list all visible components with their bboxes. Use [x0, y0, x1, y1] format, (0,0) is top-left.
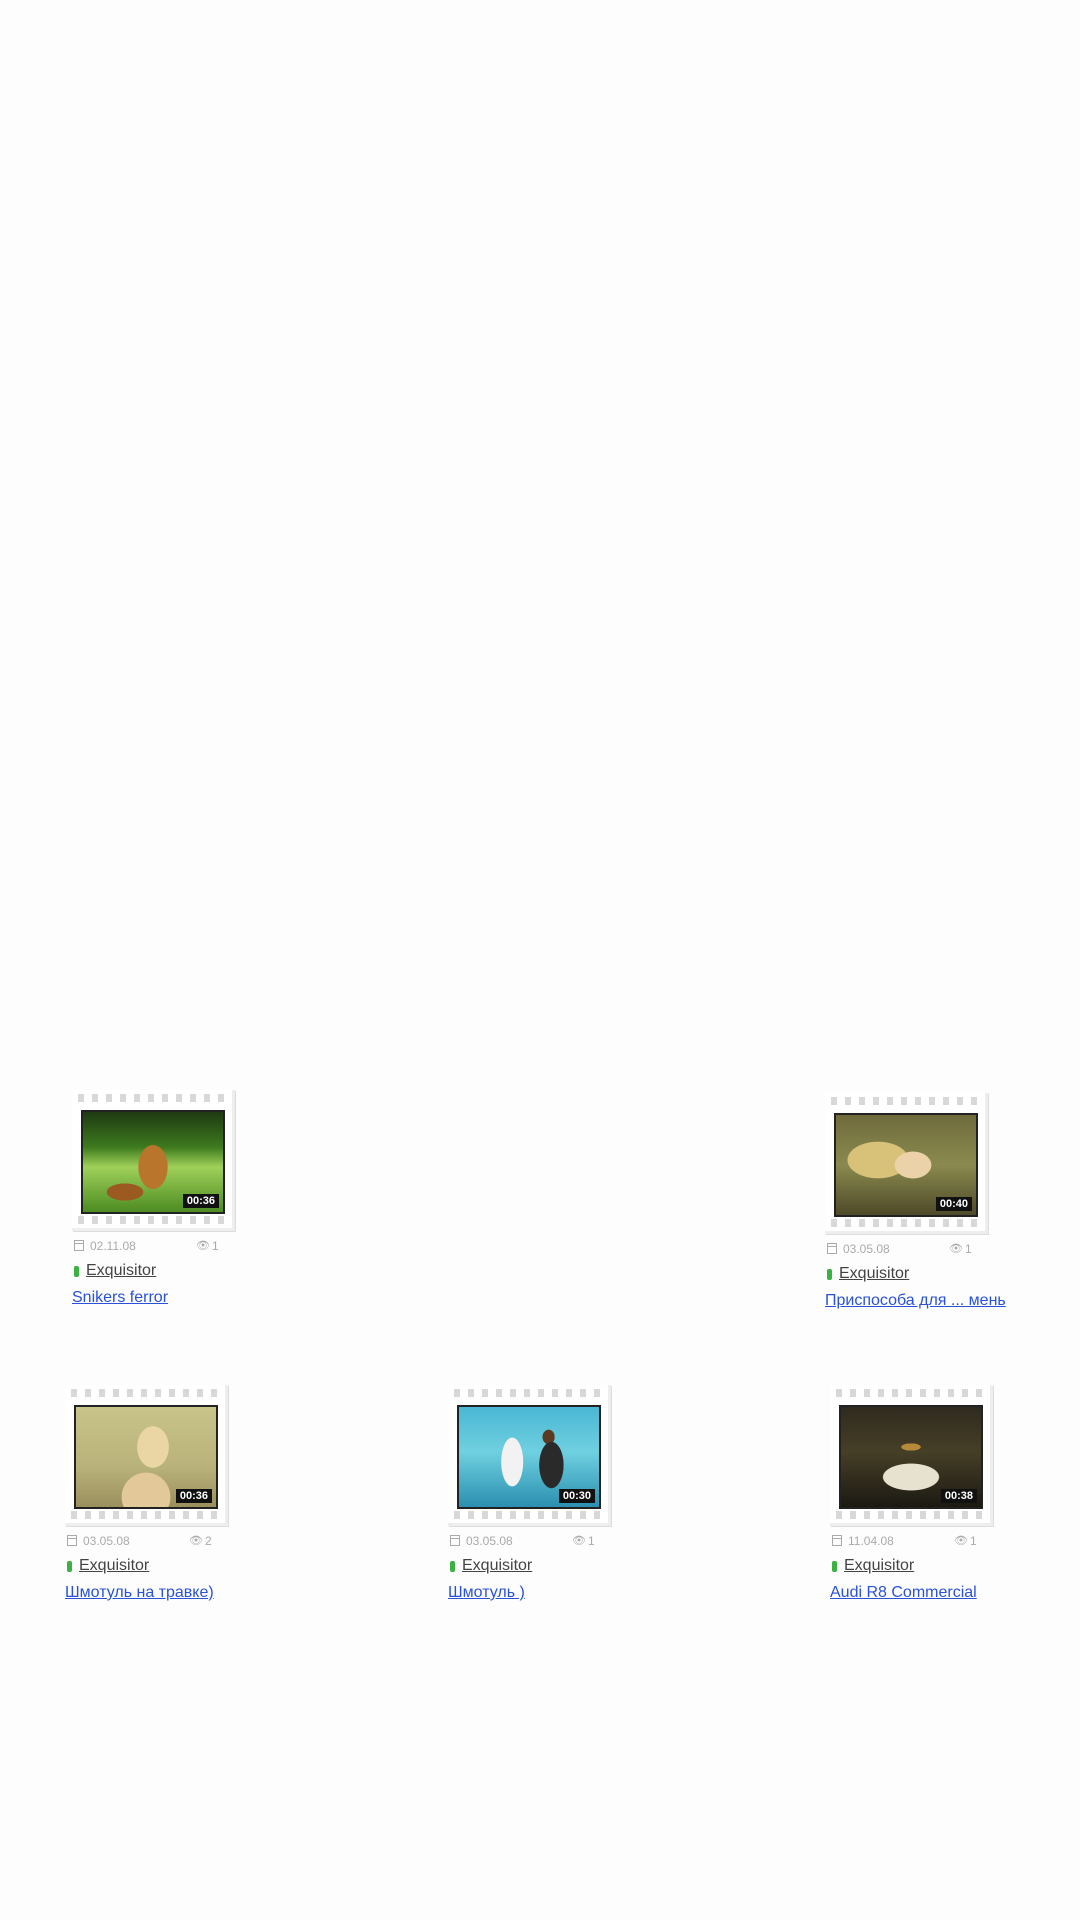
- film-perforation: [71, 1511, 219, 1519]
- video-meta: 03.05.08 👁 1: [448, 1532, 608, 1552]
- video-title-link[interactable]: Приспособа для ... мень: [825, 1292, 1065, 1310]
- video-thumbnail[interactable]: 00:36: [65, 1385, 228, 1526]
- film-perforation: [454, 1511, 602, 1519]
- calendar-icon: [67, 1535, 77, 1546]
- upload-date: 11.04.08: [848, 1534, 894, 1548]
- video-duration: 00:36: [175, 1489, 212, 1503]
- upload-date: 03.05.08: [843, 1242, 890, 1256]
- user-icon: [67, 1561, 72, 1572]
- view-count: 1: [965, 1242, 972, 1256]
- author-row: Exquisitor: [830, 1556, 1070, 1578]
- thumbnail-image: 00:40: [834, 1113, 978, 1217]
- user-icon: [74, 1266, 79, 1277]
- view-count: 1: [588, 1534, 595, 1548]
- author-link[interactable]: Exquisitor: [86, 1262, 156, 1280]
- film-perforation: [831, 1097, 979, 1105]
- video-card: 00:40 03.05.08 👁 1 Exquisitor Приспособа…: [825, 1093, 1065, 1310]
- author-link[interactable]: Exquisitor: [844, 1557, 914, 1575]
- video-card: 00:30 03.05.08 👁 1 Exquisitor Шмотуль ): [448, 1385, 688, 1602]
- author-row: Exquisitor: [448, 1556, 688, 1578]
- eye-icon: 👁: [954, 1535, 968, 1547]
- author-link[interactable]: Exquisitor: [839, 1265, 909, 1283]
- thumbnail-image: 00:38: [839, 1405, 983, 1509]
- video-meta: 03.05.08 👁 1: [825, 1240, 985, 1260]
- film-perforation: [836, 1511, 984, 1519]
- calendar-icon: [827, 1243, 837, 1254]
- thumbnail-image: 00:30: [457, 1405, 601, 1509]
- film-perforation: [71, 1389, 219, 1397]
- video-title-link[interactable]: Шмотуль на травке): [65, 1584, 305, 1602]
- film-perforation: [831, 1219, 979, 1227]
- view-count: 2: [205, 1534, 212, 1548]
- upload-date: 03.05.08: [83, 1534, 130, 1548]
- video-title-link[interactable]: Snikers ferror: [72, 1289, 312, 1307]
- video-card: 00:36 03.05.08 👁 2 Exquisitor Шмотуль на…: [65, 1385, 305, 1602]
- eye-icon: 👁: [572, 1535, 586, 1547]
- calendar-icon: [450, 1535, 460, 1546]
- author-row: Exquisitor: [72, 1261, 312, 1283]
- film-perforation: [78, 1216, 226, 1224]
- thumbnail-image: 00:36: [81, 1110, 225, 1214]
- video-meta: 02.11.08 👁 1: [72, 1237, 232, 1257]
- author-link[interactable]: Exquisitor: [462, 1557, 532, 1575]
- view-count: 1: [212, 1239, 219, 1253]
- eye-icon: 👁: [196, 1240, 210, 1252]
- film-perforation: [454, 1389, 602, 1397]
- video-title-link[interactable]: Audi R8 Commercial: [830, 1584, 1070, 1602]
- video-thumbnail[interactable]: 00:38: [830, 1385, 993, 1526]
- video-duration: 00:30: [558, 1489, 595, 1503]
- view-count: 1: [970, 1534, 977, 1548]
- user-icon: [827, 1269, 832, 1280]
- video-thumbnail[interactable]: 00:36: [72, 1090, 235, 1231]
- author-link[interactable]: Exquisitor: [79, 1557, 149, 1575]
- video-duration: 00:36: [182, 1194, 219, 1208]
- video-meta: 03.05.08 👁 2: [65, 1532, 225, 1552]
- calendar-icon: [74, 1240, 84, 1251]
- author-row: Exquisitor: [65, 1556, 305, 1578]
- film-perforation: [78, 1094, 226, 1102]
- video-duration: 00:40: [935, 1197, 972, 1211]
- video-card: 00:36 02.11.08 👁 1 Exquisitor Snikers fe…: [72, 1090, 312, 1307]
- video-duration: 00:38: [940, 1489, 977, 1503]
- upload-date: 03.05.08: [466, 1534, 513, 1548]
- upload-date: 02.11.08: [90, 1239, 136, 1253]
- video-thumbnail[interactable]: 00:40: [825, 1093, 988, 1234]
- user-icon: [450, 1561, 455, 1572]
- video-grid: 00:36 02.11.08 👁 1 Exquisitor Snikers fe…: [0, 0, 1080, 1920]
- video-card: 00:38 11.04.08 👁 1 Exquisitor Audi R8 Co…: [830, 1385, 1070, 1602]
- calendar-icon: [832, 1535, 842, 1546]
- video-title-link[interactable]: Шмотуль ): [448, 1584, 688, 1602]
- eye-icon: 👁: [189, 1535, 203, 1547]
- user-icon: [832, 1561, 837, 1572]
- video-meta: 11.04.08 👁 1: [830, 1532, 990, 1552]
- author-row: Exquisitor: [825, 1264, 1065, 1286]
- thumbnail-image: 00:36: [74, 1405, 218, 1509]
- video-thumbnail[interactable]: 00:30: [448, 1385, 611, 1526]
- film-perforation: [836, 1389, 984, 1397]
- eye-icon: 👁: [949, 1243, 963, 1255]
